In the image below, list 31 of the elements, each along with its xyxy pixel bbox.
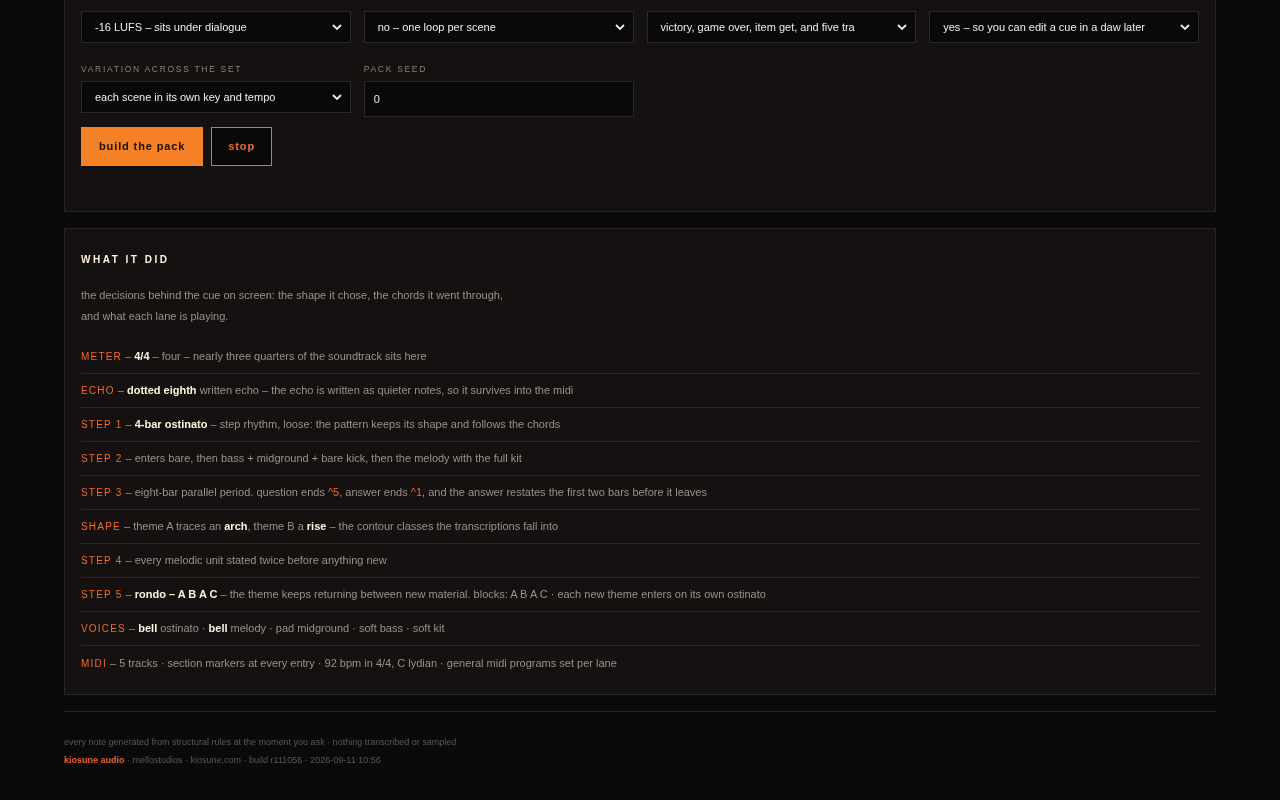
chevron-down-icon [614,23,625,31]
field-label: PACK SEED [363,64,429,74]
report-line: STEP 4 – every melodic unit stated twice before anything new [81,553,387,569]
dropdown-select[interactable]: victory, game over, item get, and five tra [646,11,917,43]
intro-text: and what each lane is playing. [81,309,230,324]
footer-meta: · mellostudios · kiosune.com · build r111056 · 2026-09-11 10:56 [126,754,381,767]
chevron-down-icon [897,23,908,31]
report-line: VOICES – bell ostinato · bell melody · pad midground · soft bass · soft kit [81,621,445,637]
field-label: VARIATION ACROSS THE SET [81,64,244,74]
chevron-down-icon [331,93,342,101]
report-line: SHAPE – theme A traces an arch, theme B a rise – the contour classes the transcriptions fall into [81,519,559,535]
report-line: STEP 2 – enters bare, then bass + midground + bare kick, then the melody with the full kit [81,451,522,467]
build-button[interactable]: build the pack [81,127,204,166]
report-line: ECHO – dotted eighth written echo – the echo is written as quieter notes, so it survives into the midi [81,383,574,399]
report-line: STEP 3 – eight-bar parallel period. question ends ^5, answer ends ^1, and the answer restates the first two bars before it leaves [81,485,707,501]
dropdown-select[interactable]: no – one loop per scene [363,11,634,43]
chevron-down-icon [331,23,342,31]
chevron-down-icon [1180,23,1190,31]
report-line: MIDI – 5 tracks · section markers at every entry · 92 bpm in 4/4, C lydian · general midi programs set per lane [81,655,617,671]
section-title: WHAT IT DID [81,253,171,267]
dropdown-select[interactable]: -16 LUFS – sits under dialogue [81,11,351,43]
footer-note: every note generated from structural rules at the moment you ask · nothing transcribed or sampled [64,736,458,749]
dropdown-select[interactable]: yes – so you can edit a cue in a daw later [929,11,1199,43]
stop-button[interactable]: stop [211,127,273,166]
dropdown-select[interactable]: each scene in its own key and tempo [81,81,351,113]
report-line: STEP 5 – rondo – A B A C – the theme keeps returning between new material. blocks: A B A C · each new theme enters on its own ostinato [81,587,766,603]
intro-text: the decisions behind the cue on screen: the shape it chose, the chords it went through, [81,288,504,303]
report-line: STEP 1 – 4-bar ostinato – step rhythm, loose: the pattern keeps its shape and follows the chords [81,417,561,433]
brand-link[interactable]: kiosune audio [64,751,125,769]
seed-input[interactable]: 0 [363,81,634,117]
report-line: METER – 4/4 – four – nearly three quarters of the soundtrack sits here [81,349,427,365]
